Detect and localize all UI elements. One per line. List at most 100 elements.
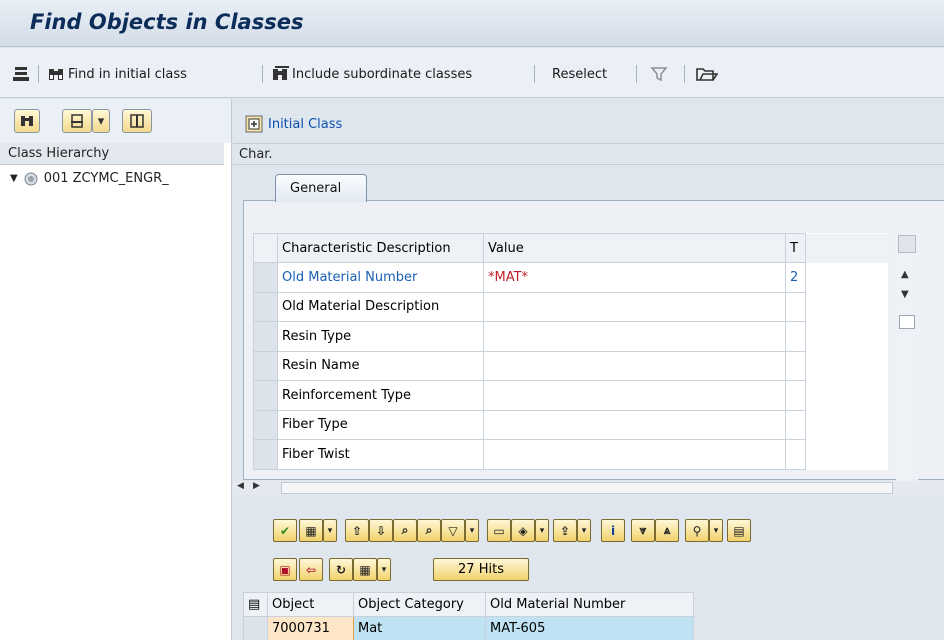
results-table: ▤ Object Object Category Old Material Nu… [243, 592, 694, 640]
title-bar: Find Objects in Classes [0, 0, 944, 47]
results-header-row: ▤ Object Object Category Old Material Nu… [243, 592, 694, 617]
sort-ascending-icon[interactable]: ⇧ [345, 519, 369, 542]
horizontal-scrollbar[interactable]: ◀ ▶ [233, 481, 944, 495]
binoculars-multi-icon [273, 66, 289, 80]
print-icon[interactable]: ▭ [487, 519, 511, 542]
column-header-object-category[interactable]: Object Category [353, 592, 486, 617]
old-material-number-cell: MAT-605 [485, 616, 694, 640]
row-description: Fiber Type [277, 409, 484, 440]
reselect-button[interactable]: Reselect [552, 63, 607, 85]
tree-node[interactable]: ▼ 001 ZCYMC_ENGR_ [10, 171, 169, 186]
back-icon[interactable]: ⇦ [299, 558, 323, 581]
info-icon[interactable]: i [601, 519, 625, 542]
document-icon[interactable]: ▦ [353, 558, 377, 581]
row-selector[interactable] [253, 350, 278, 381]
scroll-right-icon[interactable]: ▶ [253, 481, 260, 491]
save-icon[interactable]: ▣ [273, 558, 297, 581]
column-header-description[interactable]: Characteristic Description [277, 233, 484, 263]
initial-class-button[interactable]: Initial Class [245, 115, 342, 133]
char-header: Char. [233, 143, 944, 165]
find-icon[interactable] [14, 109, 40, 133]
find-in-initial-class-button[interactable]: Find in initial class [48, 63, 187, 85]
print-icon[interactable] [62, 109, 92, 133]
column-header-value[interactable]: Value [483, 233, 786, 263]
select-all-cell[interactable] [253, 233, 278, 263]
document-dropdown-icon[interactable]: ▾ [377, 558, 391, 581]
tab-general[interactable]: General [275, 174, 367, 202]
row-selector[interactable] [253, 380, 278, 411]
row-value-input[interactable] [483, 350, 786, 381]
hits-counter-button[interactable]: 27 Hits [433, 558, 529, 581]
row-selector[interactable] [253, 321, 278, 352]
scroll-up-icon[interactable]: ▲ [901, 269, 909, 280]
column-header-old-material-number[interactable]: Old Material Number [485, 592, 694, 617]
expand-arrow-icon[interactable]: ▼ [10, 173, 18, 184]
scroll-settings-button[interactable] [898, 235, 916, 253]
include-subordinate-classes-button[interactable]: Include subordinate classes [272, 63, 472, 85]
row-selector[interactable] [253, 262, 278, 293]
expand-icon[interactable]: ⩓ [655, 519, 679, 542]
row-value-input[interactable] [483, 380, 786, 411]
initial-class-icon [245, 115, 263, 133]
class-hierarchy-pane: ▾ Class Hierarchy ▼ 001 ZCYMC_ENGR_ [0, 99, 232, 640]
class-detail-pane: Initial Class Char. General Characterist… [233, 99, 944, 640]
views-dropdown-icon[interactable]: ▾ [535, 519, 549, 542]
hierarchy-icon[interactable] [12, 63, 30, 85]
sort-descending-icon[interactable]: ⇩ [369, 519, 393, 542]
row-t [785, 380, 806, 411]
row-description: Old Material Number [277, 262, 484, 293]
collapse-icon[interactable]: ⩔ [631, 519, 655, 542]
object-category-cell: Mat [353, 616, 486, 640]
row-t [785, 291, 806, 322]
row-description: Old Material Description [277, 291, 484, 322]
refresh-icon[interactable]: ↻ [329, 558, 353, 581]
row-selector[interactable] [253, 439, 278, 470]
row-description: Fiber Twist [277, 439, 484, 470]
select-all-icon[interactable]: ▤ [243, 592, 268, 617]
row-selector[interactable] [243, 616, 268, 640]
check-icon[interactable]: ✔ [273, 519, 297, 542]
row-value-input[interactable]: *MAT* [483, 262, 786, 293]
window-title: Find Objects in Classes [30, 10, 304, 34]
horizontal-scroll-track[interactable] [281, 482, 893, 494]
vertical-scrollbar[interactable]: ▲ ▼ [896, 233, 918, 481]
print-dropdown-icon[interactable]: ▾ [92, 109, 110, 133]
characteristics-table: Characteristic Description Value T Old M… [253, 233, 888, 470]
column-header-object[interactable]: Object [267, 592, 354, 617]
row-selector[interactable] [253, 409, 278, 440]
views-icon[interactable]: ◈ [511, 519, 535, 542]
zoom-dropdown-icon[interactable]: ▾ [709, 519, 723, 542]
row-description: Resin Type [277, 321, 484, 352]
layout-icon[interactable] [122, 109, 152, 133]
export-icon[interactable]: ⇪ [553, 519, 577, 542]
filter-icon[interactable] [650, 63, 668, 85]
row-selector[interactable] [253, 291, 278, 322]
row-value-input[interactable] [483, 409, 786, 440]
row-value-input[interactable] [483, 321, 786, 352]
find-next-icon[interactable]: ⌕ [417, 519, 441, 542]
filter-icon[interactable]: ▽ [441, 519, 465, 542]
table-row: Reinforcement Type [253, 380, 888, 411]
left-toolbar: ▾ [0, 99, 231, 143]
details-icon[interactable]: ▦ [299, 519, 323, 542]
scroll-thumb[interactable] [899, 315, 915, 329]
column-header-t[interactable]: T [785, 233, 806, 263]
export-dropdown-icon[interactable]: ▾ [577, 519, 591, 542]
object-cell[interactable]: 7000731 [267, 616, 354, 640]
find-icon[interactable]: ⌕ [393, 519, 417, 542]
table-header-row: Characteristic Description Value T [253, 233, 888, 263]
filter-dropdown-icon[interactable]: ▾ [465, 519, 479, 542]
row-value-input[interactable] [483, 291, 786, 322]
zoom-icon[interactable]: ⚲ [685, 519, 709, 542]
open-folder-icon[interactable] [696, 63, 718, 85]
application-toolbar: Find in initial class Include subordinat… [0, 48, 944, 98]
scroll-down-icon[interactable]: ▼ [901, 289, 909, 300]
details-dropdown-icon[interactable]: ▾ [323, 519, 337, 542]
table-row[interactable]: 7000731 Mat MAT-605 [243, 616, 694, 640]
layout-icon[interactable]: ▤ [727, 519, 751, 542]
row-value-input[interactable] [483, 439, 786, 470]
row-t [785, 350, 806, 381]
scroll-left-icon[interactable]: ◀ [237, 481, 244, 491]
row-t: 2 [785, 262, 806, 293]
row-description: Reinforcement Type [277, 380, 484, 411]
